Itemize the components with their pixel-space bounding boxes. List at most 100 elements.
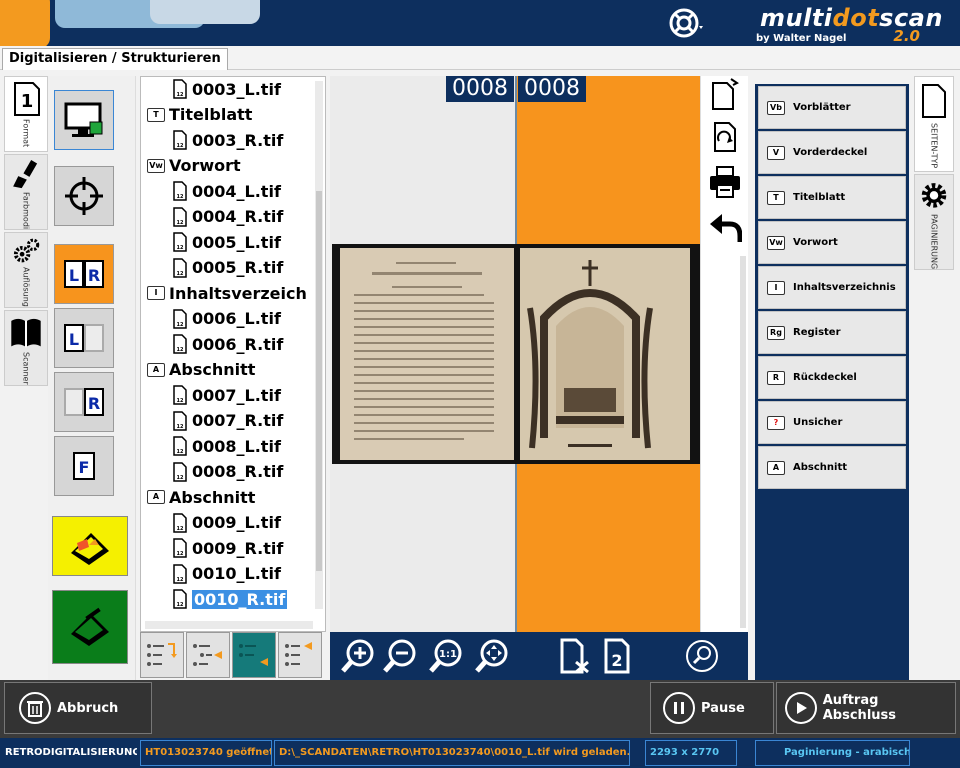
svg-text:2: 2 — [611, 651, 622, 670]
finish-job-button[interactable]: Auftrag Abschluss — [776, 682, 956, 734]
tab-seiten-typ[interactable]: SEITEN-TYP — [914, 76, 954, 172]
tree-file-item[interactable]: 12 0008_L.tif — [173, 434, 281, 458]
abort-button[interactable]: Abbruch — [4, 682, 152, 734]
swap-pages-button[interactable] — [707, 76, 743, 112]
tree-item-label: 0010_R.tif — [192, 589, 288, 609]
file-icon: 12 — [173, 130, 187, 150]
search-button[interactable] — [684, 638, 720, 674]
main-tabbar: Digitalisieren / Strukturieren — [0, 46, 960, 70]
zoom-in-icon — [341, 639, 374, 673]
file-icon: 12 — [173, 589, 187, 609]
delete-page-button[interactable] — [556, 638, 592, 674]
structure-tree: 12 0003_L.tif T Titelblatt 12 0003_R.tif Vw Vor… — [140, 76, 326, 632]
viewer-vertical-scrollbar[interactable] — [740, 256, 746, 628]
tree-section-item[interactable]: I Inhaltsverzeich — [147, 281, 307, 305]
tree-file-item[interactable]: 12 0008_R.tif — [173, 460, 283, 484]
tree-item-label: 0003_L.tif — [192, 79, 281, 99]
crosshair-button[interactable] — [54, 166, 114, 226]
tree-file-item[interactable]: 12 0004_L.tif — [173, 179, 281, 203]
page-type-item[interactable]: ? Unsicher — [758, 401, 906, 444]
help-lifebuoy-icon[interactable] — [668, 6, 704, 40]
scan-replace-button[interactable] — [52, 516, 128, 576]
status-image-size: 2293 x 2770 — [645, 740, 737, 766]
tab-aufloesung[interactable]: Auflösung — [4, 232, 48, 308]
tab-scanner[interactable]: Scanner — [4, 310, 48, 386]
viewer-side-toolbar — [700, 76, 748, 632]
page-type-item[interactable]: R Rückdeckel — [758, 356, 906, 399]
page-type-label: Vorwort — [793, 237, 838, 248]
abort-label: Abbruch — [57, 700, 119, 716]
file-icon: 12 — [173, 385, 187, 405]
tab-format[interactable]: 1 Format — [4, 76, 48, 152]
rotate-page-button[interactable] — [707, 118, 743, 154]
tree-file-item[interactable]: 12 0007_L.tif — [173, 383, 281, 407]
tree-move-up-button[interactable] — [278, 632, 322, 678]
tree-file-item[interactable]: 12 0004_R.tif — [173, 205, 283, 229]
scanned-left-page — [340, 248, 514, 460]
page-type-item[interactable]: A Abschnitt — [758, 446, 906, 489]
page-type-item[interactable]: Rg Register — [758, 311, 906, 354]
zoom-fit-button[interactable] — [474, 638, 510, 674]
page-type-icon: I — [767, 280, 785, 295]
left-page-button[interactable]: L — [54, 308, 114, 368]
section-type-icon: Vw — [147, 158, 165, 173]
tab-farbmodi[interactable]: Farbmodi — [4, 154, 48, 230]
tree-file-item[interactable]: 12 0010_R.tif — [173, 587, 288, 611]
tree-outdent-button[interactable] — [232, 632, 276, 678]
tree-file-item[interactable]: 12 0010_L.tif — [173, 562, 281, 586]
pause-button[interactable]: Pause — [650, 682, 774, 734]
svg-text:12: 12 — [177, 424, 184, 430]
svg-text:F: F — [79, 458, 90, 477]
tree-section-item[interactable]: Vw Vorwort — [147, 154, 241, 178]
page-type-item[interactable]: T Titelblatt — [758, 176, 906, 219]
tree-file-item[interactable]: 12 0005_L.tif — [173, 230, 281, 254]
tree-section-item[interactable]: A Abschnitt — [147, 485, 255, 509]
page-type-icon: A — [767, 460, 785, 475]
zoom-out-button[interactable] — [382, 638, 418, 674]
tree-insert-icon — [147, 643, 177, 666]
tree-scroll-thumb[interactable] — [316, 191, 322, 571]
page-viewer[interactable]: 0008 0008 — [330, 76, 700, 632]
zoom-in-button[interactable] — [340, 638, 376, 674]
right-page-button[interactable]: R — [54, 372, 114, 432]
tree-file-item[interactable]: 12 0006_L.tif — [173, 307, 281, 331]
undo-button[interactable] — [707, 210, 743, 246]
file-icon: 12 — [173, 461, 187, 482]
svg-text:L: L — [69, 330, 79, 349]
tree-file-item[interactable]: 12 0003_L.tif — [173, 77, 281, 101]
svg-text:12: 12 — [177, 322, 184, 328]
page-type-panel: Vb Vorblätter V Vorderdeckel T Titelblatt Vw Vo… — [755, 84, 909, 680]
tree-file-item[interactable]: 12 0007_R.tif — [173, 409, 283, 433]
left-right-pages-button[interactable]: L R — [54, 244, 114, 304]
tree-section-item[interactable]: T Titelblatt — [147, 103, 252, 127]
svg-text:12: 12 — [177, 526, 184, 532]
tab-paginierung[interactable]: PAGINIERUNG — [914, 174, 954, 270]
monitor-preview-button[interactable] — [54, 90, 114, 150]
print-button[interactable] — [707, 164, 743, 200]
page-icon — [922, 84, 946, 118]
zoom-actual-size-button[interactable]: 1:1 — [428, 638, 464, 674]
page-type-item[interactable]: I Inhaltsverzeichnis — [758, 266, 906, 309]
page-type-item[interactable]: Vw Vorwort — [758, 221, 906, 264]
tree-file-item[interactable]: 12 0009_R.tif — [173, 536, 283, 560]
page-type-item[interactable]: V Vorderdeckel — [758, 131, 906, 174]
svg-text:12: 12 — [177, 194, 184, 200]
tree-item-label: 0004_L.tif — [192, 181, 281, 201]
tree-file-item[interactable]: 12 0005_R.tif — [173, 256, 283, 280]
scanned-right-page — [520, 248, 690, 460]
scan-button[interactable] — [52, 590, 128, 664]
tree-file-item[interactable]: 12 0006_R.tif — [173, 332, 283, 356]
tree-insert-above-button[interactable] — [140, 632, 184, 678]
tree-section-item[interactable]: A Abschnitt — [147, 358, 255, 382]
tree-horizontal-scrollbar[interactable] — [145, 621, 313, 629]
tree-vertical-scrollbar[interactable] — [315, 81, 323, 609]
tab-digitalisieren[interactable]: Digitalisieren / Strukturieren — [2, 48, 228, 70]
tree-indent-button[interactable] — [186, 632, 230, 678]
page-type-item[interactable]: Vb Vorblätter — [758, 86, 906, 129]
tree-file-item[interactable]: 12 0003_R.tif — [173, 128, 283, 152]
tree-item-label: 0006_L.tif — [192, 309, 281, 328]
tree-file-item[interactable]: 12 0009_L.tif — [173, 511, 281, 535]
full-page-button[interactable]: F — [54, 436, 114, 496]
page-count-button[interactable]: 2 — [600, 638, 636, 674]
status-job: HT013023740 geöffnet! — [140, 740, 272, 766]
